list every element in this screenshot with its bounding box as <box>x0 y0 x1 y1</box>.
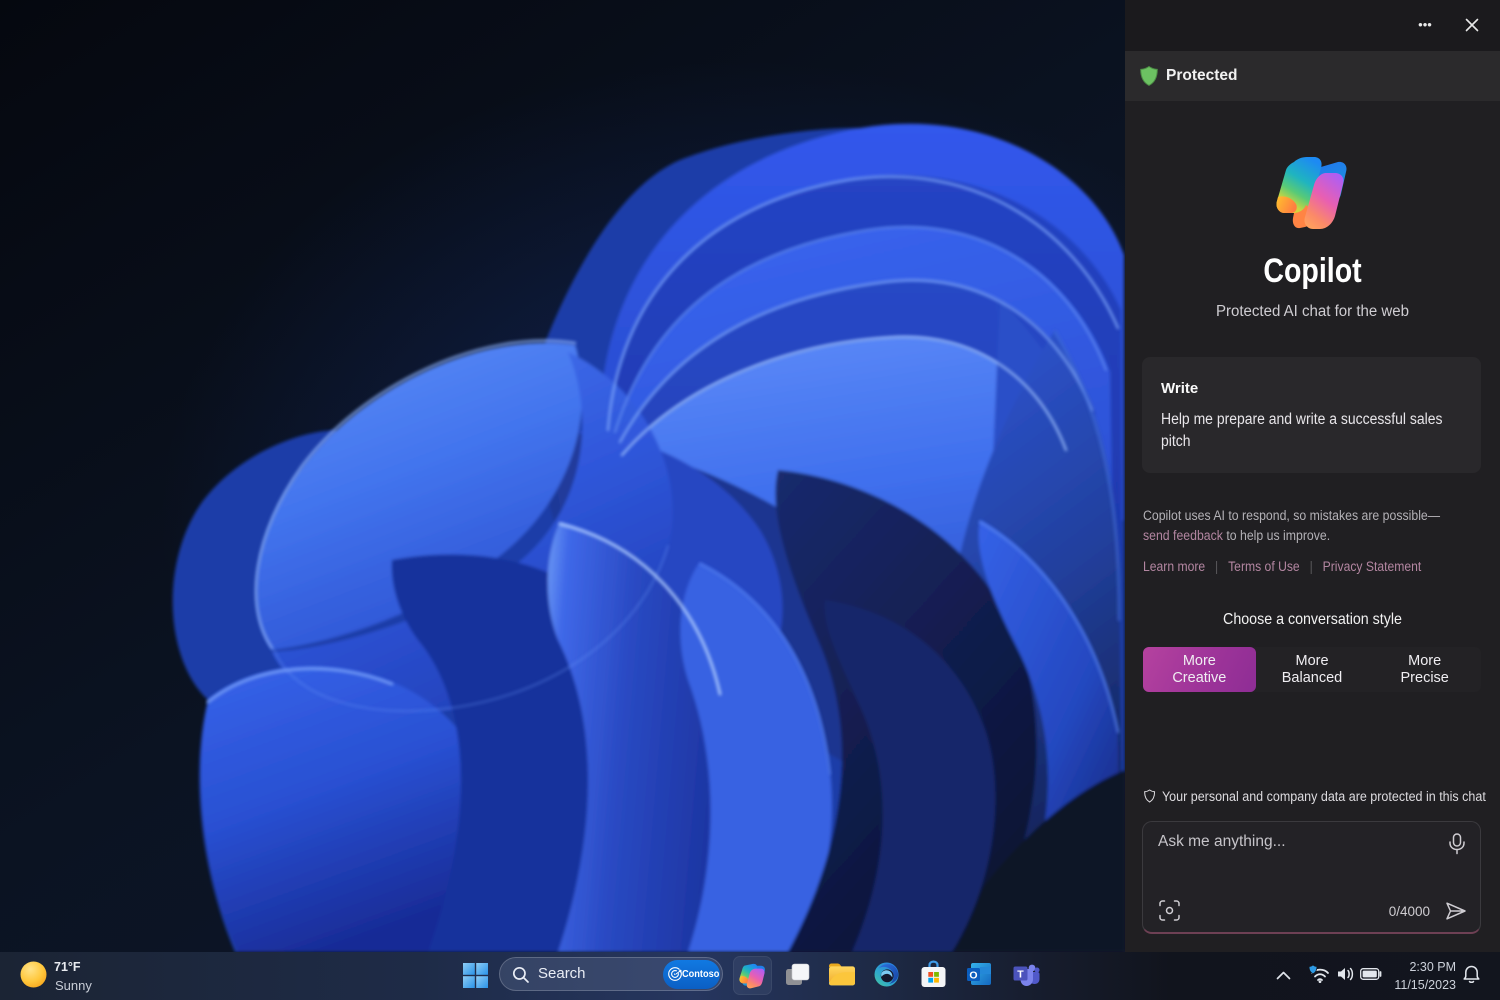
svg-text:T: T <box>1017 969 1024 981</box>
svg-text:O: O <box>969 969 977 981</box>
